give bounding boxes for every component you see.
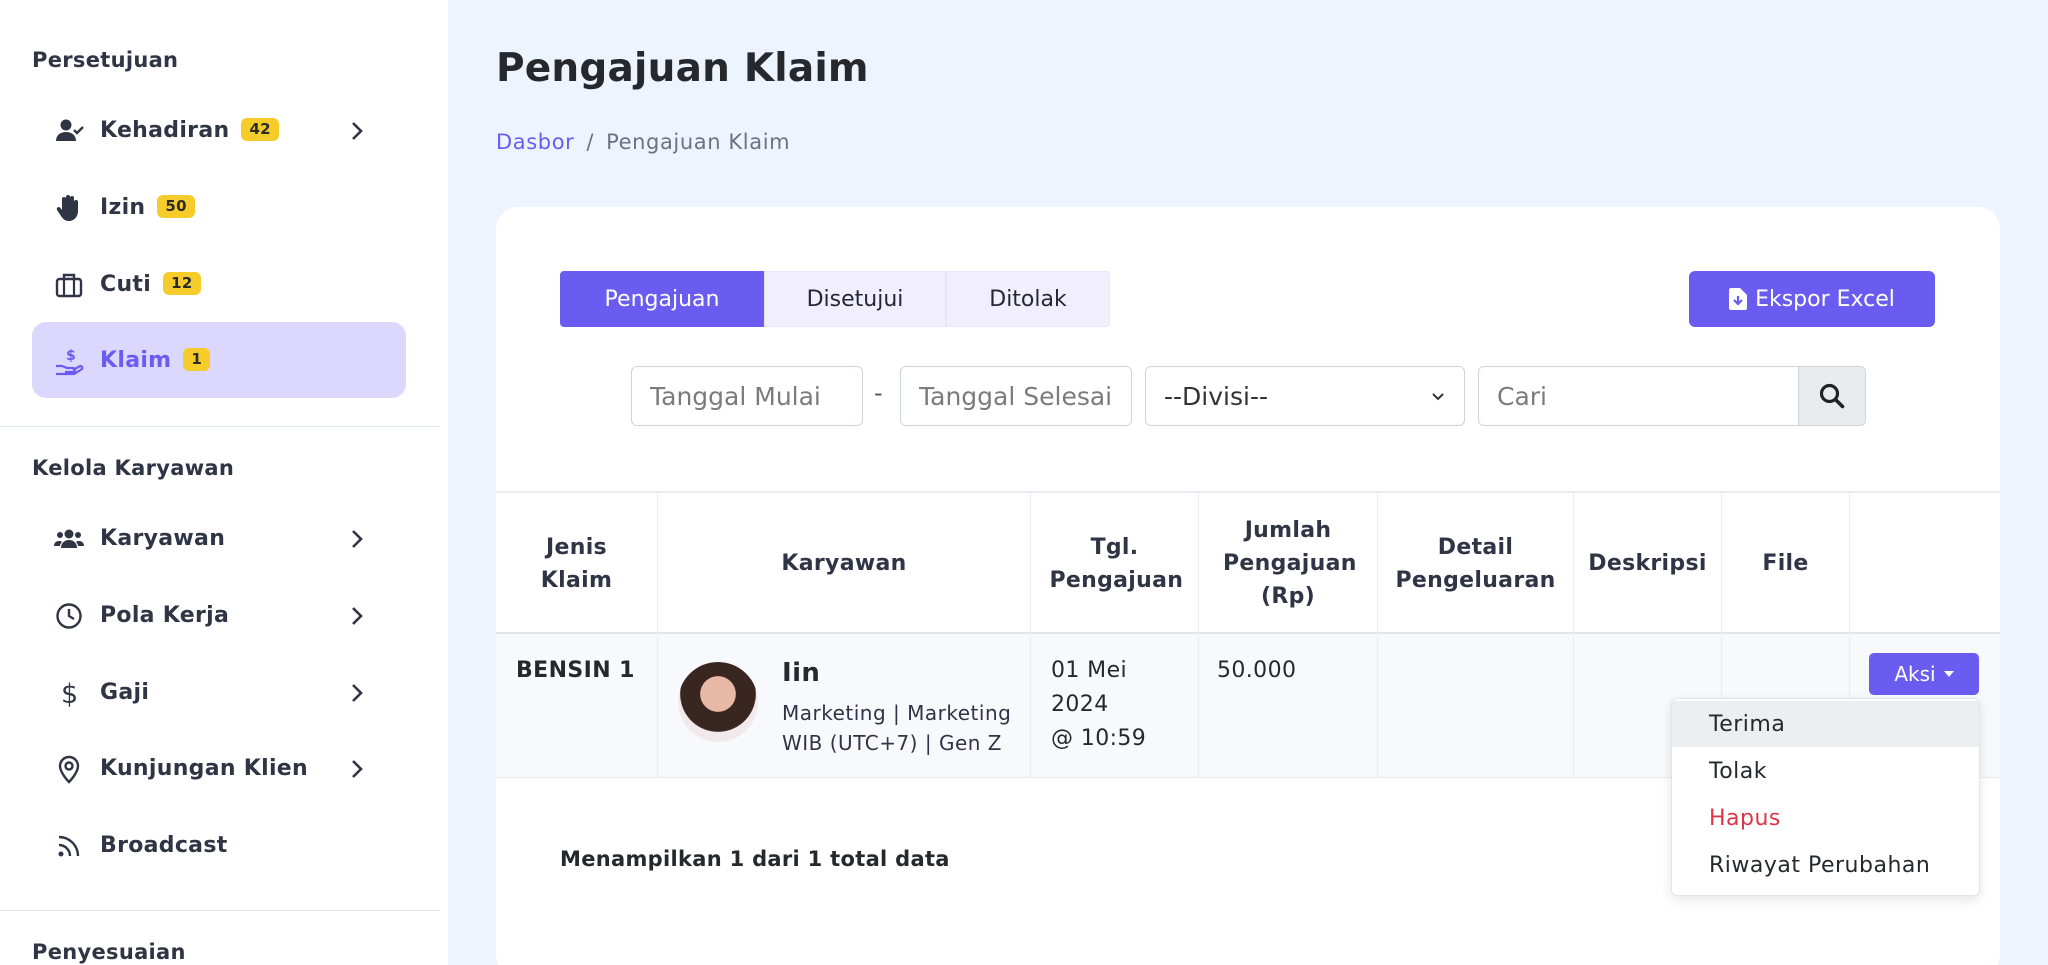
employee-meta: Marketing | Marketing WIB (UTC+7) | Gen … xyxy=(782,701,1012,755)
sidebar-section-manage: Kelola Karyawan xyxy=(32,456,235,480)
svg-text:$: $ xyxy=(66,348,76,364)
breadcrumb-home-link[interactable]: Dasbor xyxy=(496,130,574,154)
search-icon xyxy=(1819,383,1845,409)
end-date-input[interactable] xyxy=(900,366,1132,426)
sidebar-item-cuti[interactable]: Cuti 12 xyxy=(32,246,406,322)
column-header-tgl-pengajuan: Tgl. Pengajuan xyxy=(1031,493,1199,634)
sidebar-item-label: Broadcast xyxy=(100,833,228,858)
breadcrumb: Dasbor / Pengajuan Klaim xyxy=(496,130,790,154)
sidebar-divider xyxy=(0,910,440,911)
menu-item-riwayat-perubahan[interactable]: Riwayat Perubahan xyxy=(1672,842,1979,888)
svg-text:$: $ xyxy=(61,679,78,708)
count-badge: 12 xyxy=(163,272,201,295)
start-date-input[interactable] xyxy=(631,366,863,426)
sidebar-item-kehadiran[interactable]: Kehadiran 42 xyxy=(32,92,406,168)
action-dropdown-menu: Terima Tolak Hapus Riwayat Perubahan xyxy=(1671,698,1980,896)
pagination-summary: Menampilkan 1 dari 1 total data xyxy=(560,847,950,871)
sidebar-item-izin[interactable]: Izin 50 xyxy=(32,169,406,245)
avatar xyxy=(678,662,758,742)
sidebar: Persetujuan Kehadiran 42 Izin 50 Cuti 12 $ … xyxy=(0,0,448,965)
chevron-right-icon xyxy=(352,607,363,625)
sidebar-item-label: Kunjungan Klien xyxy=(100,756,308,781)
cell-karyawan: Iin Marketing | Marketing WIB (UTC+7) | … xyxy=(658,634,1031,777)
sidebar-item-kunjungan-klien[interactable]: Kunjungan Klien xyxy=(32,730,406,806)
cell-detail-pengeluaran xyxy=(1378,634,1574,777)
sidebar-item-label: Izin xyxy=(100,195,146,220)
sidebar-section-adjust: Penyesuaian xyxy=(32,940,186,964)
sidebar-item-label: Kehadiran xyxy=(100,118,230,143)
division-select-value: --Divisi-- xyxy=(1164,381,1268,411)
column-header-detail-pengeluaran: Detail Pengeluaran xyxy=(1378,493,1574,634)
date-range-dash: - xyxy=(874,379,883,407)
column-header-jumlah-pengajuan: Jumlah Pengajuan (Rp) xyxy=(1199,493,1378,634)
sidebar-item-broadcast[interactable]: Broadcast xyxy=(32,807,406,883)
cell-jenis-klaim: BENSIN 1 xyxy=(496,634,658,777)
export-excel-label: Ekspor Excel xyxy=(1755,286,1895,312)
status-tabs: Pengajuan Disetujui Ditolak xyxy=(560,271,1110,327)
column-header-jenis-klaim: Jenis Klaim xyxy=(496,493,658,634)
table-header: Jenis Klaim Karyawan Tgl. Pengajuan Juml… xyxy=(496,491,2000,634)
division-select[interactable]: --Divisi-- xyxy=(1145,366,1465,426)
cell-jumlah: 50.000 xyxy=(1199,634,1378,777)
chevron-right-icon xyxy=(352,530,363,548)
chevron-right-icon xyxy=(352,684,363,702)
tab-pengajuan[interactable]: Pengajuan xyxy=(560,271,764,327)
page-title: Pengajuan Klaim xyxy=(496,46,869,91)
sidebar-item-pola-kerja[interactable]: Pola Kerja xyxy=(32,577,406,653)
clock-icon xyxy=(54,601,84,631)
map-pin-icon xyxy=(54,754,84,784)
sidebar-divider xyxy=(0,426,440,427)
count-badge: 42 xyxy=(241,118,279,141)
dollar-icon: $ xyxy=(54,678,84,708)
chevron-right-icon xyxy=(352,760,363,778)
caret-down-icon xyxy=(1943,671,1954,677)
sidebar-item-label: Klaim xyxy=(100,348,172,373)
employee-name: Iin xyxy=(782,658,821,688)
hand-coin-icon: $ xyxy=(54,346,84,376)
chevron-down-icon xyxy=(1432,393,1444,401)
tab-disetujui[interactable]: Disetujui xyxy=(764,271,946,327)
chevron-right-icon xyxy=(352,122,363,140)
cell-tgl-pengajuan: 01 Mei 2024 @ 10:59 xyxy=(1031,634,1199,777)
search-input[interactable] xyxy=(1478,366,1802,426)
column-header-file: File xyxy=(1722,493,1850,634)
column-header-action xyxy=(1850,493,2000,634)
count-badge: 1 xyxy=(183,348,211,371)
file-download-icon xyxy=(1729,288,1748,310)
column-header-karyawan: Karyawan xyxy=(658,493,1031,634)
sidebar-item-label: Pola Kerja xyxy=(100,603,230,628)
rss-icon xyxy=(54,831,84,861)
menu-item-hapus[interactable]: Hapus xyxy=(1672,795,1979,841)
user-check-icon xyxy=(54,116,84,146)
aksi-dropdown-button[interactable]: Aksi xyxy=(1869,653,1979,695)
sidebar-item-klaim[interactable]: $ Klaim 1 xyxy=(32,322,406,398)
hand-icon xyxy=(54,193,84,223)
column-header-deskripsi: Deskripsi xyxy=(1574,493,1722,634)
menu-item-tolak[interactable]: Tolak xyxy=(1672,748,1979,794)
sidebar-item-label: Karyawan xyxy=(100,526,226,551)
sidebar-section-approval: Persetujuan xyxy=(32,48,179,72)
export-excel-button[interactable]: Ekspor Excel xyxy=(1689,271,1935,327)
tab-ditolak[interactable]: Ditolak xyxy=(946,271,1110,327)
users-icon xyxy=(54,524,84,554)
breadcrumb-separator: / xyxy=(586,130,595,154)
sidebar-item-label: Cuti xyxy=(100,272,152,297)
breadcrumb-current: Pengajuan Klaim xyxy=(606,130,791,154)
sidebar-item-karyawan[interactable]: Karyawan xyxy=(32,500,406,576)
briefcase-icon xyxy=(54,270,84,300)
search-button[interactable] xyxy=(1798,366,1866,426)
sidebar-item-gaji[interactable]: $ Gaji xyxy=(32,654,406,730)
sidebar-item-label: Gaji xyxy=(100,680,150,705)
menu-item-terima[interactable]: Terima xyxy=(1672,701,1979,747)
count-badge: 50 xyxy=(157,195,195,218)
